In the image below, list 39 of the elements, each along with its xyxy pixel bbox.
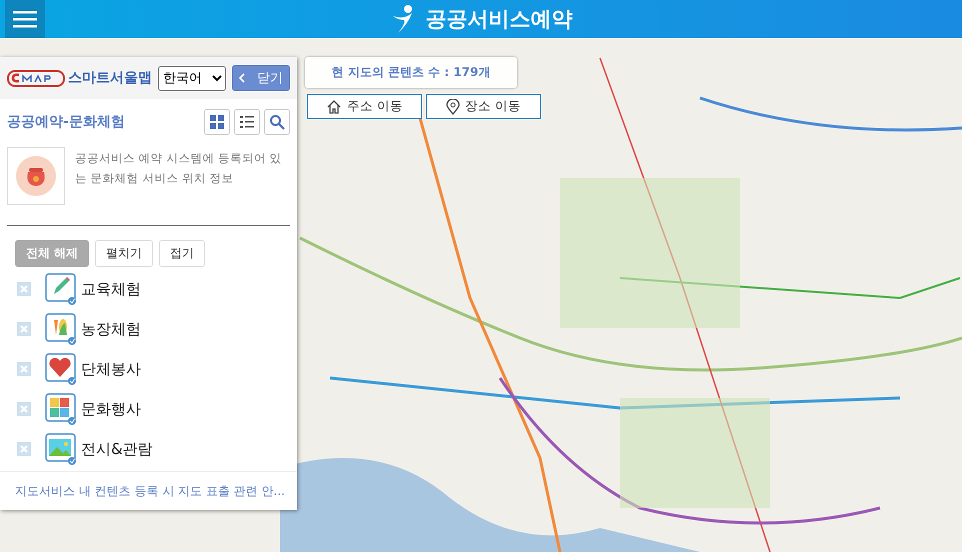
category-label: 전시&관람 bbox=[81, 440, 153, 458]
site-title: 공공서비스예약 bbox=[426, 6, 572, 33]
notice-link[interactable]: 지도서비스 내 컨텐츠 등록 시 지도 표출 관련 안... bbox=[15, 484, 285, 498]
category-label: 문화행사 bbox=[81, 400, 141, 418]
menu-button[interactable] bbox=[5, 0, 45, 38]
search-icon bbox=[269, 114, 285, 130]
list-icon bbox=[239, 114, 255, 130]
address-move-button[interactable]: 주소 이동 bbox=[307, 94, 422, 119]
panel-title: 공공예약-문화체험 bbox=[7, 113, 126, 131]
checkbox[interactable] bbox=[17, 362, 31, 376]
pouch-icon bbox=[15, 155, 57, 197]
place-move-button[interactable]: 장소 이동 bbox=[426, 94, 541, 119]
list-view-button[interactable] bbox=[234, 109, 260, 135]
checkbox[interactable] bbox=[17, 322, 31, 336]
grid-icon bbox=[209, 114, 225, 130]
filter-button[interactable]: 펼치기 bbox=[95, 240, 154, 267]
category-label: 농장체험 bbox=[81, 320, 141, 338]
filter-button[interactable]: 접기 bbox=[159, 240, 206, 267]
content-count-label: 현 지도의 콘텐츠 수 : 179개 bbox=[305, 57, 517, 88]
category-label: 교육체험 bbox=[81, 280, 141, 298]
logo-text: 스마트서울맵 bbox=[68, 69, 152, 87]
category-label: 단체봉사 bbox=[81, 360, 141, 378]
grid-view-button[interactable] bbox=[204, 109, 230, 135]
category-marker-icon bbox=[45, 273, 77, 305]
category-marker-icon bbox=[45, 433, 77, 465]
location-pin-icon bbox=[446, 98, 460, 114]
description-text: 공공서비스 예약 시스템에 등록되어 있는 문화체험 서비스 위치 정보 bbox=[75, 150, 283, 187]
house-icon bbox=[326, 98, 342, 114]
chevron-left-icon bbox=[238, 73, 245, 83]
category-marker-icon bbox=[45, 353, 77, 385]
checkbox[interactable] bbox=[17, 282, 31, 296]
checkbox[interactable] bbox=[17, 402, 31, 416]
smap-logo-icon bbox=[7, 68, 65, 88]
language-select[interactable]: 한국어 bbox=[158, 66, 226, 90]
checkbox[interactable] bbox=[17, 442, 31, 456]
category-marker-icon bbox=[45, 393, 77, 425]
search-button[interactable] bbox=[264, 109, 290, 135]
category-marker-icon bbox=[45, 313, 77, 345]
menu-icon bbox=[13, 10, 37, 28]
